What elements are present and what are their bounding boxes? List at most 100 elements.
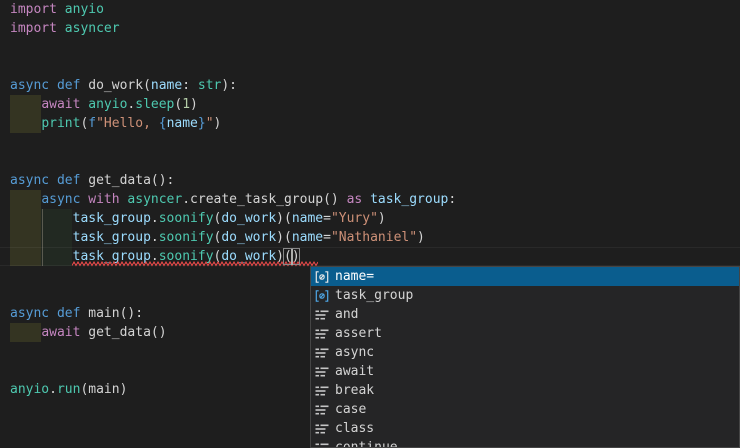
suggestion-item[interactable]: name= [311, 267, 739, 286]
suggestion-item[interactable]: assert [311, 324, 739, 343]
code-line[interactable]: async with asyncer.create_task_group() a… [0, 190, 740, 209]
code-token: import [10, 21, 57, 36]
code-token: . [151, 230, 159, 245]
suggestion-item[interactable]: and [311, 305, 739, 324]
code-token [10, 192, 41, 207]
code-token: () [151, 325, 167, 340]
text-cursor [291, 249, 293, 265]
code-token: async [10, 173, 49, 188]
code-token: task_group [73, 211, 151, 226]
code-token: task_group [370, 192, 448, 207]
code-token: . [182, 192, 190, 207]
code-token [57, 2, 65, 17]
code-token: )( [276, 211, 292, 226]
code-line[interactable] [0, 133, 740, 152]
autocomplete-popup: name=task_groupandassertasyncawaitbreakc… [310, 266, 740, 448]
code-line[interactable]: task_group.soonify(do_work)(name="Nathan… [0, 228, 740, 247]
code-token: . [49, 382, 57, 397]
suggestion-item[interactable]: break [311, 381, 739, 400]
variable-icon [314, 269, 330, 285]
code-token: ) [214, 116, 222, 131]
code-token: do_work [88, 78, 143, 93]
code-line[interactable] [0, 152, 740, 171]
code-token: 1 [182, 97, 190, 112]
code-line[interactable]: task_group.soonify(do_work)(name="Yury") [0, 209, 740, 228]
code-token: async [41, 192, 80, 207]
code-token: = [323, 230, 331, 245]
keyword-icon [314, 364, 330, 380]
editor-screenshot: { "editor": { "background": "#1e1e1e", "… [0, 0, 740, 448]
variable-icon [314, 288, 330, 304]
code-token: = [323, 211, 331, 226]
code-token: await [41, 325, 80, 340]
suggestion-item[interactable]: case [311, 400, 739, 419]
suggestion-item[interactable]: await [311, 362, 739, 381]
code-token: str [198, 78, 221, 93]
keyword-icon [314, 326, 330, 342]
code-token: anyio [65, 2, 104, 17]
code-token [49, 173, 57, 188]
code-line[interactable]: print(f"Hello, {name}") [0, 114, 740, 133]
code-token: sleep [135, 97, 174, 112]
code-token: do_work [221, 230, 276, 245]
suggestion-label: async [335, 343, 374, 362]
code-token: ) [190, 97, 198, 112]
code-line[interactable] [0, 57, 740, 76]
code-token: with [88, 192, 119, 207]
code-token [49, 306, 57, 321]
code-token: "Nathaniel" [331, 230, 417, 245]
code-token: task_group [73, 230, 151, 245]
code-editor[interactable]: import anyioimport asyncerasync def do_w… [0, 0, 740, 448]
code-token: { [159, 116, 167, 131]
keyword-icon [314, 307, 330, 323]
code-token: ): [221, 78, 237, 93]
code-line[interactable]: async def do_work(name: str): [0, 76, 740, 95]
code-token: soonify [159, 211, 214, 226]
code-token: asyncer [65, 21, 120, 36]
code-token: asyncer [127, 192, 182, 207]
code-line[interactable] [0, 38, 740, 57]
suggestion-label: await [335, 362, 374, 381]
code-token: : [448, 192, 456, 207]
suggestion-label: class [335, 419, 374, 438]
code-token: def [57, 173, 80, 188]
code-token: get_data [88, 325, 151, 340]
code-token: create_task_group [190, 192, 323, 207]
code-token: "Hello, [96, 116, 159, 131]
code-line[interactable]: await anyio.sleep(1) [0, 95, 740, 114]
code-token: run [57, 382, 80, 397]
code-line[interactable]: import asyncer [0, 19, 740, 38]
code-token: (): [120, 306, 143, 321]
code-token [49, 78, 57, 93]
suggestion-label: case [335, 400, 366, 419]
suggestion-label: continue [335, 438, 398, 448]
code-token: ) [378, 211, 386, 226]
code-token [362, 192, 370, 207]
code-token: async [10, 78, 49, 93]
code-token [10, 249, 73, 264]
code-token: def [57, 306, 80, 321]
code-token: name [292, 230, 323, 245]
code-token [10, 116, 41, 131]
code-token: name [167, 116, 198, 131]
code-token: () [323, 192, 346, 207]
code-line[interactable]: async def get_data(): [0, 171, 740, 190]
code-token [10, 97, 41, 112]
code-line[interactable]: import anyio [0, 0, 740, 19]
code-token: main [88, 382, 119, 397]
code-token: f [88, 116, 96, 131]
suggestion-label: task_group [335, 286, 413, 305]
suggestion-item[interactable]: async [311, 343, 739, 362]
code-token [10, 325, 41, 340]
code-token: ) [417, 230, 425, 245]
code-token: ) [120, 382, 128, 397]
suggestion-item[interactable]: continue [311, 438, 739, 448]
suggestion-label: break [335, 381, 374, 400]
error-squiggle [72, 261, 318, 267]
code-token: . [151, 211, 159, 226]
code-token [57, 21, 65, 36]
code-token: await [41, 97, 80, 112]
keyword-icon [314, 345, 330, 361]
suggestion-item[interactable]: task_group [311, 286, 739, 305]
suggestion-item[interactable]: class [311, 419, 739, 438]
